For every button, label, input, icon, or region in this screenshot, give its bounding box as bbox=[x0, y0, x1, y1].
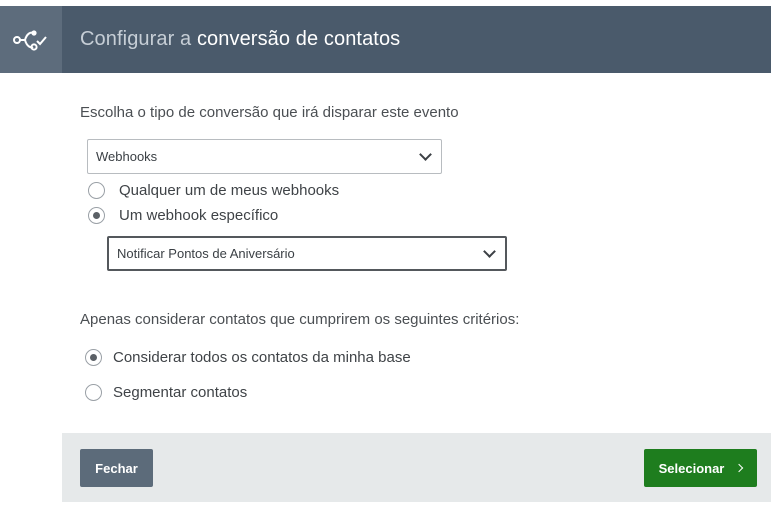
dialog-header: Configurar a conversão de contatos bbox=[0, 6, 771, 73]
webhook-select-value: Notificar Pontos de Aniversário bbox=[117, 246, 295, 261]
radio-all-contacts-label: Considerar todos os contatos da minha ba… bbox=[113, 349, 411, 366]
conversion-type-label: Escolha o tipo de conversão que irá disp… bbox=[80, 104, 459, 121]
radio-specific-webhook[interactable]: Um webhook específico bbox=[88, 207, 278, 224]
chevron-down-icon bbox=[419, 147, 432, 161]
radio-button-checked[interactable] bbox=[88, 207, 105, 224]
page-title: Configurar a conversão de contatos bbox=[80, 28, 400, 51]
title-strong: conversão de contatos bbox=[196, 28, 401, 50]
radio-button[interactable] bbox=[85, 384, 102, 401]
header-icon-box bbox=[0, 6, 62, 73]
conversion-type-select[interactable]: Webhooks bbox=[87, 139, 442, 174]
conversion-type-value: Webhooks bbox=[96, 149, 158, 164]
webhook-flow-icon bbox=[13, 29, 47, 51]
radio-any-webhook[interactable]: Qualquer um de meus webhooks bbox=[88, 182, 339, 199]
criteria-label: Apenas considerar contatos que cumprirem… bbox=[80, 311, 520, 328]
radio-all-contacts[interactable]: Considerar todos os contatos da minha ba… bbox=[85, 349, 411, 366]
chevron-right-icon bbox=[735, 463, 744, 473]
title-prefix: Configurar a bbox=[80, 28, 192, 50]
chevron-down-icon bbox=[483, 244, 496, 258]
select-button[interactable]: Selecionar bbox=[644, 449, 757, 487]
select-button-label: Selecionar bbox=[658, 460, 725, 476]
close-button[interactable]: Fechar bbox=[80, 449, 153, 487]
radio-specific-webhook-label: Um webhook específico bbox=[119, 207, 279, 224]
close-button-label: Fechar bbox=[95, 460, 138, 476]
radio-segment-contacts[interactable]: Segmentar contatos bbox=[85, 384, 247, 401]
radio-segment-contacts-label: Segmentar contatos bbox=[113, 384, 248, 401]
radio-button[interactable] bbox=[88, 182, 105, 199]
radio-button-checked[interactable] bbox=[85, 349, 102, 366]
webhook-select[interactable]: Notificar Pontos de Aniversário bbox=[107, 236, 507, 271]
radio-any-webhook-label: Qualquer um de meus webhooks bbox=[119, 182, 340, 199]
